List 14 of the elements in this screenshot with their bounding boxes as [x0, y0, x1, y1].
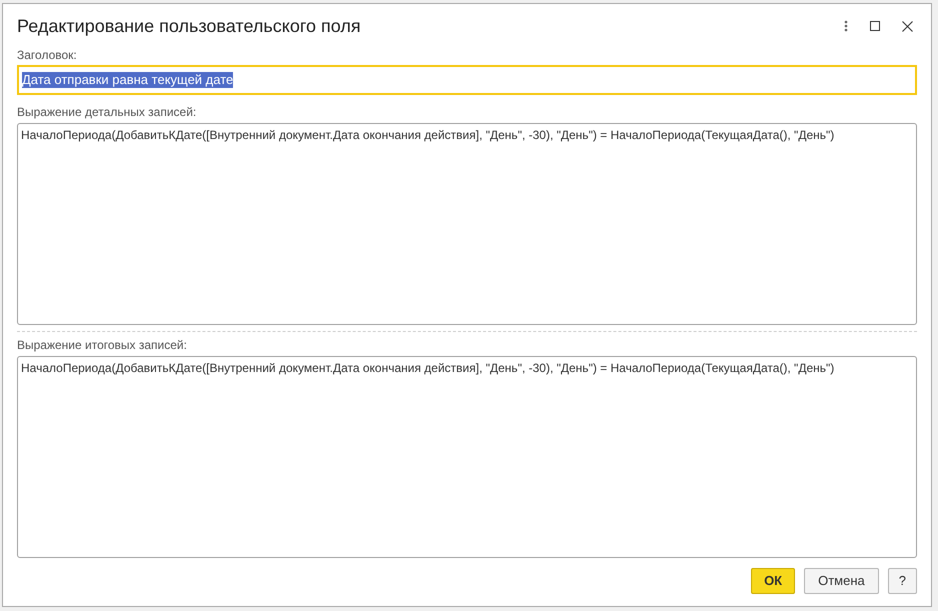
more-icon[interactable] [844, 20, 848, 32]
field-label: Выражение итоговых записей: [17, 338, 188, 352]
close-icon[interactable] [902, 20, 913, 32]
caption-field[interactable]: Дата отправки равна текущей дате [17, 65, 917, 95]
expression-field[interactable]: НачалоПериода(ДобавитьКДате([Внутренний документ.Дата окончания действия], "День", -30), "День") = НачалоПериода(ТекущаяДата(), "День") [17, 356, 917, 558]
maximize-icon[interactable] [870, 21, 880, 31]
field-value: Дата отправки равна текущей дате [22, 72, 234, 88]
field-label: Заголовок: [17, 48, 78, 62]
help-button[interactable]: ? [888, 568, 917, 594]
cancel-button[interactable]: Отмена [804, 568, 879, 594]
field-label: Выражение детальных записей: [17, 105, 198, 119]
window-title: Редактирование пользовательского поля [17, 14, 362, 38]
expression-field[interactable]: НачалоПериода(ДобавитьКДате([Внутренний документ.Дата окончания действия], "День", -30), "День") = НачалоПериода(ТекущаяДата(), "День") [17, 123, 917, 325]
ok-button[interactable]: ОК [751, 568, 796, 594]
